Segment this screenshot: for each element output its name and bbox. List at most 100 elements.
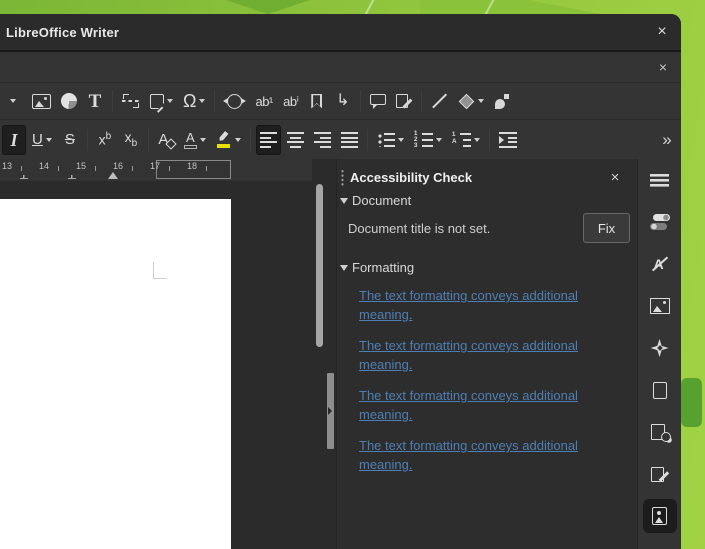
highlight-color-button[interactable] — [212, 125, 245, 155]
show-draw-functions-button[interactable] — [490, 86, 514, 116]
ruler-number: 14 — [39, 161, 49, 171]
document-page[interactable] — [0, 199, 231, 549]
sidebar-tab-strip — [637, 159, 681, 549]
insert-page-break-button[interactable] — [118, 86, 144, 116]
sidebar-tab-properties[interactable] — [643, 205, 677, 239]
subscript-button[interactable]: xb — [119, 125, 143, 155]
table-dropdown-arrow[interactable] — [2, 86, 26, 116]
chevron-down-icon[interactable] — [46, 138, 52, 142]
insert-page-break-icon — [122, 94, 140, 108]
ruler-tick — [169, 166, 170, 171]
ruler-number: 17 — [150, 161, 160, 171]
underline-button[interactable]: U — [28, 125, 56, 155]
panel-grip-icon[interactable] — [341, 169, 344, 186]
insert-textbox-icon: T — [89, 92, 102, 111]
insert-textbox-button[interactable]: T — [83, 86, 107, 116]
sidebar-tab-gallery[interactable] — [643, 289, 677, 323]
table-dropdown-arrow-icon — [10, 96, 18, 106]
superscript-button[interactable]: xb — [93, 125, 117, 155]
section-header-document[interactable]: Document — [337, 190, 637, 211]
font-color-letter: A — [186, 131, 195, 144]
sidebar-tab-accessibility-check[interactable] — [643, 499, 677, 533]
main-content: 131415161718 Accessibility Check × Docum… — [0, 159, 681, 549]
toolbar-separator — [214, 90, 215, 112]
italic-button[interactable]: I — [2, 125, 26, 155]
font-color-button[interactable]: A — [180, 125, 210, 155]
outline-list-icon — [452, 132, 471, 148]
document-column: 131415161718 — [0, 159, 336, 549]
insert-line-button[interactable] — [427, 86, 452, 116]
insert-image-button[interactable] — [28, 86, 55, 116]
chevron-down-icon[interactable] — [478, 99, 484, 103]
formatting-issue-link[interactable]: The text formatting conveys additional m… — [359, 436, 611, 474]
insert-hyperlink-button[interactable] — [220, 86, 249, 116]
align-right-button[interactable] — [310, 125, 335, 155]
show-draw-functions-icon — [494, 93, 510, 109]
toolbar-formatting: IUSxbxb AA » — [0, 120, 681, 159]
align-center-button[interactable] — [283, 125, 308, 155]
track-changes-icon — [396, 94, 408, 108]
document-close-button[interactable]: × — [653, 57, 673, 77]
ruler-tabstop-marker[interactable] — [20, 175, 28, 179]
sidebar-tab-style-inspector[interactable] — [643, 415, 677, 449]
wallpaper-facet — [190, 0, 310, 14]
chevron-down-icon[interactable] — [436, 138, 442, 142]
sidebar-tab-navigator[interactable] — [643, 331, 677, 365]
formatting-issue-link[interactable]: The text formatting conveys additional m… — [359, 386, 611, 424]
chevron-down-icon[interactable] — [167, 99, 173, 103]
chevron-down-icon[interactable] — [199, 99, 205, 103]
strikethrough-button[interactable]: S — [58, 125, 82, 155]
sidebar-tab-styles[interactable] — [643, 247, 677, 281]
basic-shapes-button[interactable] — [454, 86, 488, 116]
toolbar-overflow-icon: » — [660, 131, 673, 148]
formatting-issue-link[interactable]: The text formatting conveys additional m… — [359, 336, 611, 374]
collapse-triangle-icon — [340, 265, 348, 271]
manage-changes-icon — [651, 467, 664, 482]
chevron-down-icon[interactable] — [235, 138, 241, 142]
track-changes-button[interactable] — [392, 86, 416, 116]
insert-section-button[interactable] — [146, 86, 177, 116]
horizontal-ruler[interactable]: 131415161718 — [0, 159, 312, 181]
chevron-down-icon[interactable] — [474, 138, 480, 142]
highlight-color-icon — [216, 132, 232, 148]
formatting-issue-link[interactable]: The text formatting conveys additional m… — [359, 286, 611, 324]
sidebar-tab-page[interactable] — [643, 373, 677, 407]
ruler-indent-marker[interactable] — [108, 172, 118, 179]
insert-special-character-button[interactable]: Ω — [179, 86, 209, 116]
outline-list-button[interactable] — [448, 125, 484, 155]
clear-formatting-button[interactable]: A — [154, 125, 178, 155]
formatting-issues-list: The text formatting conveys additional m… — [337, 278, 637, 474]
insert-endnote-button[interactable]: abⁱ — [279, 86, 303, 116]
justify-icon — [341, 131, 358, 148]
increase-indent-button[interactable] — [495, 125, 521, 155]
justify-button[interactable] — [337, 125, 362, 155]
sidebar-tab-manage-changes[interactable] — [643, 457, 677, 491]
fix-button[interactable]: Fix — [583, 213, 630, 243]
vertical-scrollbar-thumb[interactable] — [316, 184, 323, 347]
titlebar[interactable]: LibreOffice Writer × — [0, 14, 681, 52]
insert-comment-button[interactable] — [366, 86, 390, 116]
sidebar-tab-sidebar-settings[interactable] — [643, 163, 677, 197]
ruler-number: 13 — [2, 161, 12, 171]
bullet-list-button[interactable] — [373, 125, 408, 155]
section-label: Document — [352, 193, 411, 208]
insert-footnote-button[interactable]: ab¹ — [251, 86, 276, 116]
section-header-formatting[interactable]: Formatting — [337, 257, 637, 278]
window-close-button[interactable]: × — [649, 19, 675, 45]
strikethrough-icon: S — [65, 132, 75, 147]
numbered-list-button[interactable] — [410, 125, 446, 155]
sidebar-splitter-handle[interactable] — [327, 373, 334, 449]
toolbar-overflow-button[interactable]: » — [655, 125, 679, 155]
ruler-tabstop-marker[interactable] — [68, 175, 76, 179]
document-canvas[interactable] — [0, 181, 336, 549]
chevron-down-icon[interactable] — [398, 138, 404, 142]
insert-cross-reference-button[interactable]: ↳ — [331, 86, 355, 116]
accessibility-check-icon — [652, 507, 667, 525]
toolbar-separator — [421, 90, 422, 112]
align-left-button[interactable] — [256, 125, 281, 155]
chevron-down-icon[interactable] — [200, 138, 206, 142]
insert-image-icon — [32, 94, 51, 109]
insert-chart-button[interactable] — [57, 86, 81, 116]
panel-close-button[interactable]: × — [605, 167, 625, 187]
insert-bookmark-button[interactable] — [305, 86, 329, 116]
